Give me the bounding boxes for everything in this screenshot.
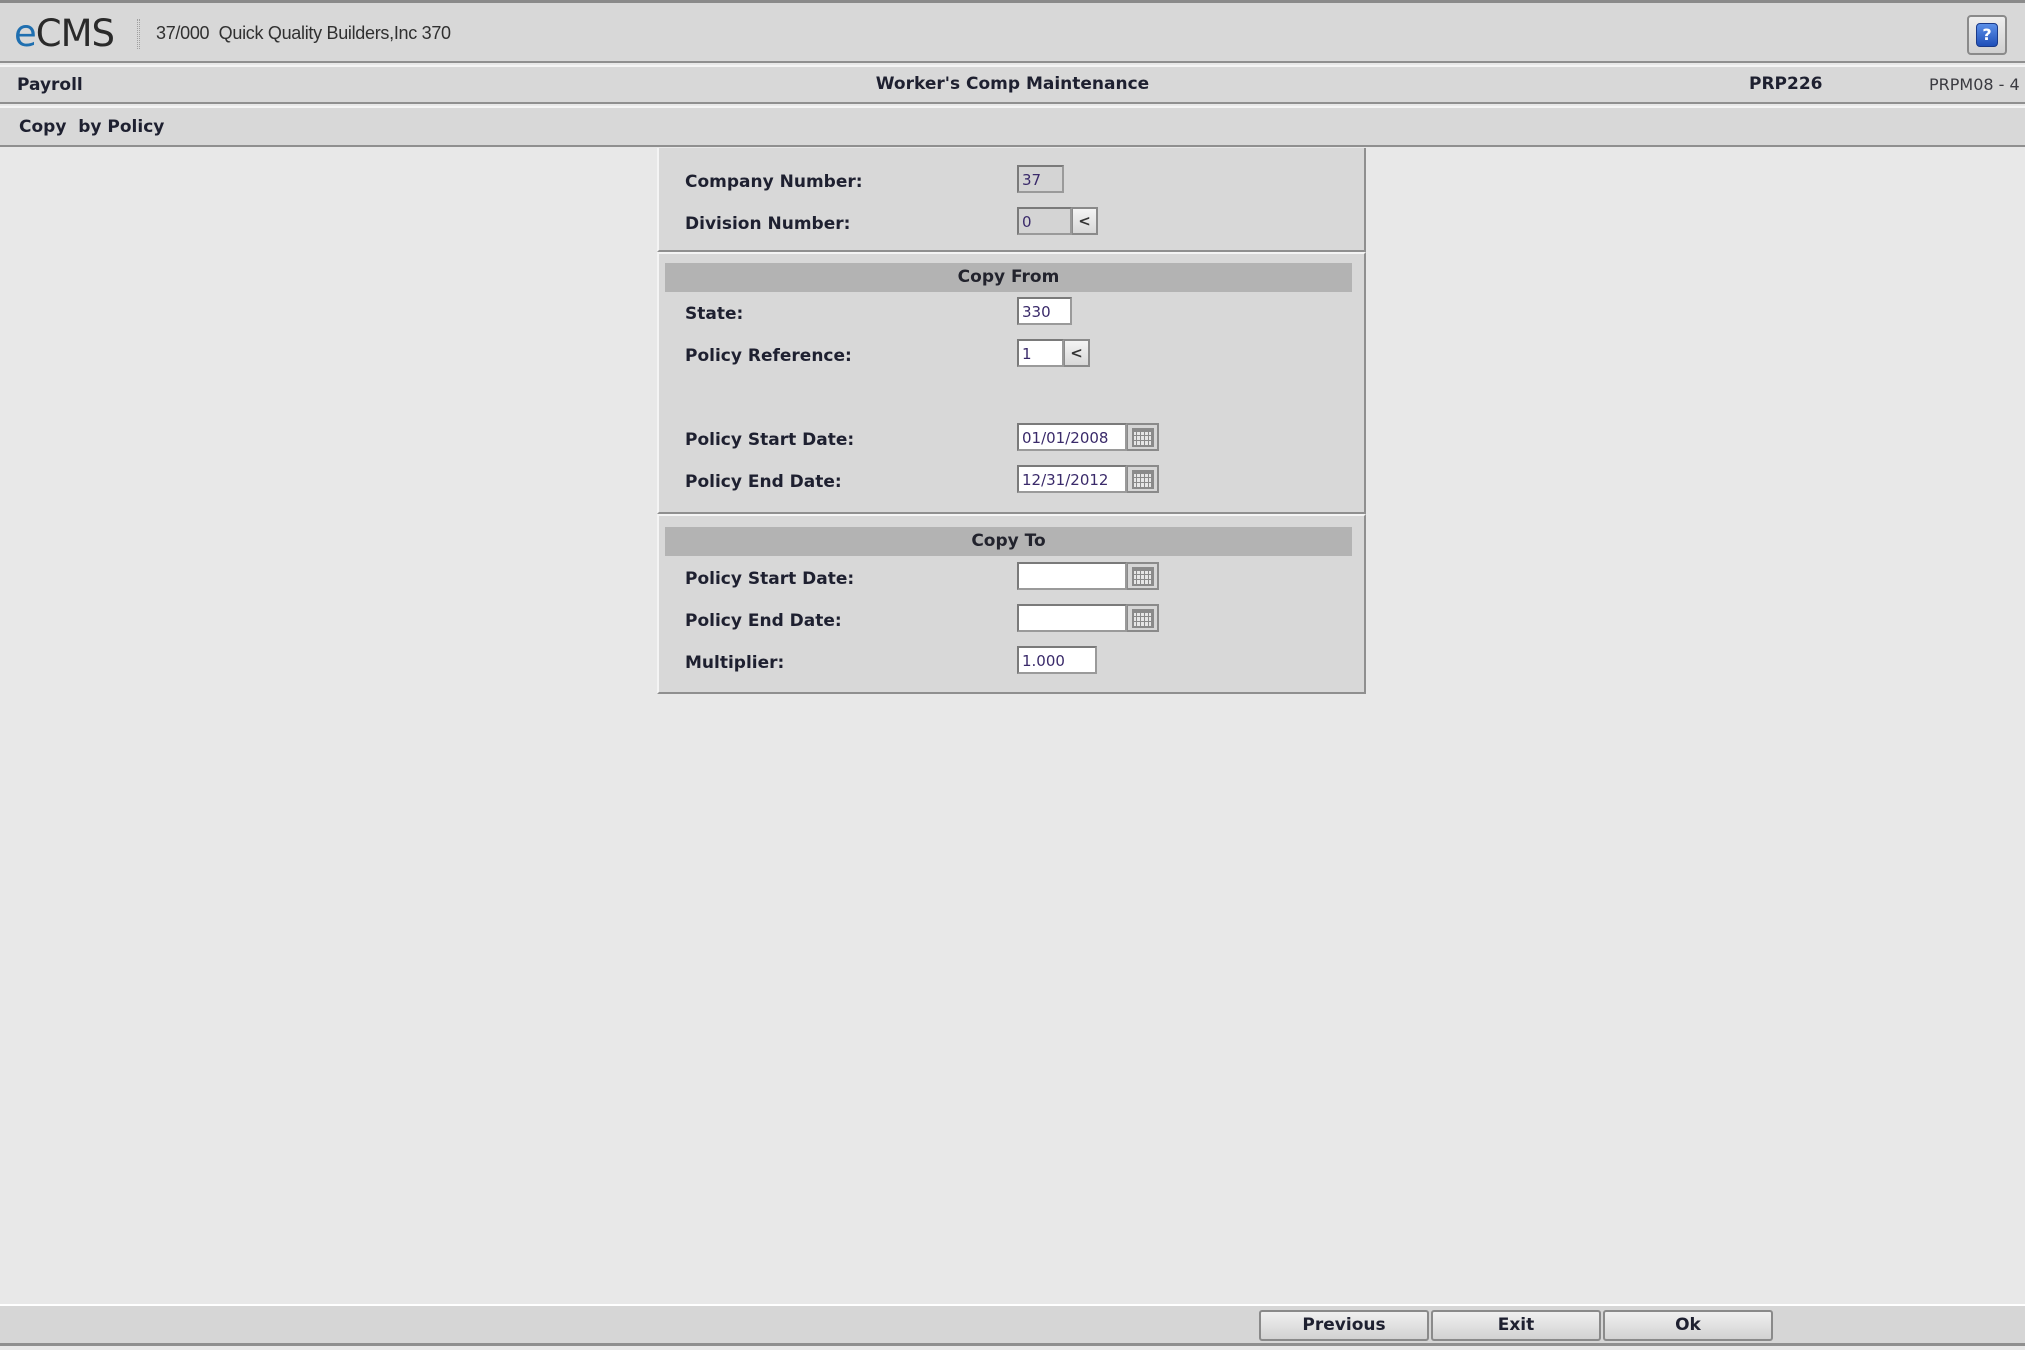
chevron-left-icon: < — [1078, 212, 1091, 230]
program-id: PRP226 — [1749, 74, 1823, 94]
from-policy-start-date-field[interactable]: 01/01/2008 — [1017, 423, 1127, 451]
logo-suffix: CMS — [35, 12, 115, 55]
policy-reference-field[interactable]: 1 — [1017, 339, 1064, 367]
help-icon: ? — [1976, 23, 1998, 47]
copy-to-section: Copy To Policy Start Date: Policy End Da… — [657, 514, 1366, 694]
from-start-calendar-button[interactable] — [1127, 423, 1159, 451]
ok-button[interactable]: Ok — [1603, 1310, 1773, 1341]
policy-reference-label: Policy Reference: — [685, 346, 852, 366]
from-policy-start-date-label: Policy Start Date: — [685, 430, 855, 450]
to-policy-start-date-field[interactable] — [1017, 562, 1127, 590]
division-number-label: Division Number: — [685, 214, 851, 234]
exit-button[interactable]: Exit — [1431, 1310, 1601, 1341]
previous-button[interactable]: Previous — [1259, 1310, 1429, 1341]
company-number-label: Company Number: — [685, 172, 863, 192]
screen-id: PRPM08 - 4 — [1929, 75, 2020, 94]
page-title: Worker's Comp Maintenance — [875, 74, 1150, 94]
help-button[interactable]: ? — [1967, 15, 2007, 55]
multiplier-label: Multiplier: — [685, 653, 785, 673]
module-bar: Payroll Worker's Comp Maintenance PRP226… — [0, 65, 2025, 104]
ecms-logo: eCMS — [14, 9, 115, 59]
to-policy-start-date-label: Policy Start Date: — [685, 569, 855, 589]
state-field[interactable]: 330 — [1017, 297, 1072, 325]
logo-prefix: e — [14, 12, 37, 55]
app-header: eCMS 37/000 Quick Quality Builders,Inc 3… — [0, 0, 2025, 63]
company-section: Company Number: 37 Division Number: 0 < — [657, 148, 1366, 252]
from-end-calendar-button[interactable] — [1127, 465, 1159, 493]
division-number-field[interactable]: 0 — [1017, 207, 1072, 235]
multiplier-field[interactable]: 1.000 — [1017, 646, 1097, 674]
to-policy-end-date-label: Policy End Date: — [685, 611, 842, 631]
sub-header-bar: Copy by Policy — [0, 106, 2025, 147]
state-label: State: — [685, 304, 744, 324]
copy-from-heading: Copy From — [665, 263, 1352, 292]
company-info: 37/000 Quick Quality Builders,Inc 370 — [156, 23, 451, 43]
from-policy-end-date-label: Policy End Date: — [685, 472, 842, 492]
company-number-field: 37 — [1017, 165, 1064, 193]
to-end-calendar-button[interactable] — [1127, 604, 1159, 632]
page-subtitle: Copy by Policy — [19, 117, 165, 137]
to-policy-end-date-field[interactable] — [1017, 604, 1127, 632]
policy-reference-lookup-button[interactable]: < — [1064, 339, 1090, 367]
chevron-left-icon: < — [1070, 344, 1083, 362]
calendar-icon — [1131, 427, 1154, 447]
calendar-icon — [1131, 608, 1154, 628]
footer-bar: Previous Exit Ok — [0, 1304, 2025, 1346]
copy-to-heading: Copy To — [665, 527, 1352, 556]
copy-from-section: Copy From State: 330 Policy Reference: 1… — [657, 252, 1366, 514]
calendar-icon — [1131, 469, 1154, 489]
logo-separator — [137, 19, 140, 49]
division-lookup-button[interactable]: < — [1072, 207, 1098, 235]
calendar-icon — [1131, 566, 1154, 586]
to-start-calendar-button[interactable] — [1127, 562, 1159, 590]
from-policy-end-date-field[interactable]: 12/31/2012 — [1017, 465, 1127, 493]
